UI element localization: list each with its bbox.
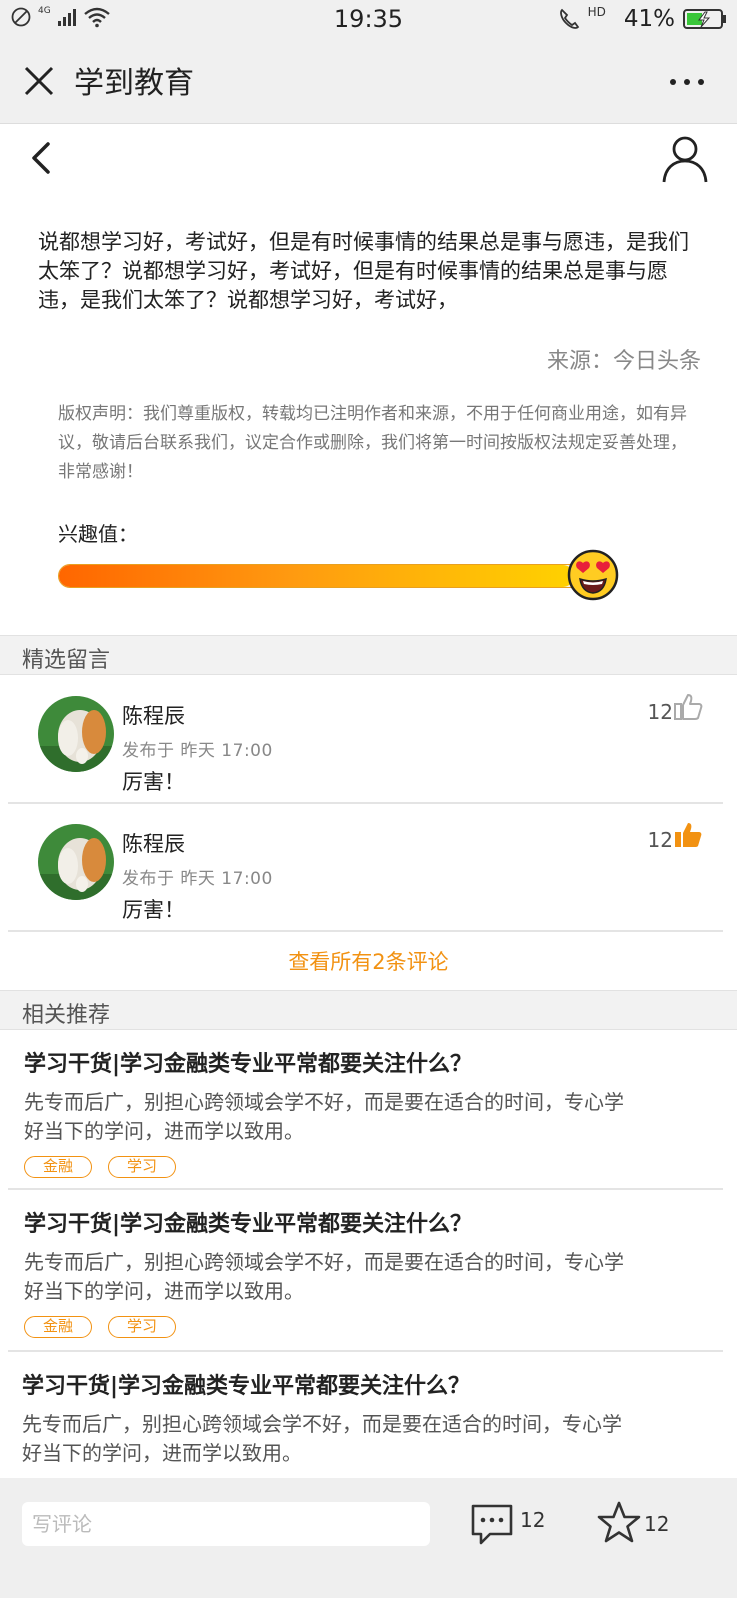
thumbs-up-outline-icon[interactable]: [673, 692, 703, 722]
interest-bar: [58, 564, 602, 588]
comment-time: 发布于 昨天 17:00: [122, 741, 273, 761]
recommend-desc: 先专而后广，别担心跨领域会学不好，而是要在适合的时间，专心学好当下的学问，进而学…: [22, 1412, 622, 1465]
recommend-tags: 金融 学习: [24, 1316, 176, 1338]
recommend-section-title: 相关推荐: [22, 1003, 111, 1028]
user-profile-icon[interactable]: [661, 134, 709, 184]
thumbs-up-filled-icon[interactable]: [673, 820, 703, 850]
interest-bar-fill: [59, 565, 574, 587]
recommend-item[interactable]: 学习干货|学习金融类专业平常都要关注什么？ 先专而后广，别担心跨领域会学不好，而…: [8, 1354, 723, 1478]
comment-input[interactable]: [22, 1502, 430, 1546]
title-bar: 学到教育: [0, 40, 737, 124]
heart-eyes-emoji-icon[interactable]: [566, 548, 620, 602]
avatar[interactable]: [38, 696, 114, 772]
like-count: 12: [647, 700, 673, 724]
recommend-title[interactable]: 学习干货|学习金融类专业平常都要关注什么？: [24, 1046, 472, 1078]
bottom-action-bar: 12 12: [0, 1478, 737, 1598]
commenter-name[interactable]: 陈程辰: [122, 700, 185, 730]
recommend-section-header: 相关推荐: [0, 990, 737, 1030]
more-options-icon[interactable]: [665, 64, 709, 100]
commenter-name[interactable]: 陈程辰: [122, 828, 185, 858]
back-chevron-icon[interactable]: [24, 138, 60, 178]
tag[interactable]: 金融: [24, 1156, 92, 1178]
view-all-comments-link[interactable]: 查看所有2条评论: [0, 946, 737, 976]
comment-item: 陈程辰 发布于 昨天 17:00 厉害！ 12: [8, 804, 723, 932]
phone-hd-icon: [559, 8, 579, 29]
hd-badge: HD: [587, 5, 606, 19]
comment-text: 厉害！: [122, 770, 185, 794]
article-source: 来源：今日头条: [546, 349, 701, 374]
status-right: HD 41%: [558, 5, 727, 32]
comment-bubble-icon[interactable]: [470, 1502, 514, 1546]
like-count: 12: [647, 828, 673, 852]
comment-time: 发布于 昨天 17:00: [122, 869, 273, 889]
tag[interactable]: 金融: [24, 1316, 92, 1338]
article-body: 说都想学习好，考试好，但是有时候事情的结果总是事与愿违，是我们太笨了？说都想学习…: [38, 230, 689, 312]
recommend-title[interactable]: 学习干货|学习金融类专业平常都要关注什么？: [22, 1368, 470, 1400]
battery-percent: 41%: [623, 6, 675, 32]
page-title: 学到教育: [74, 66, 194, 101]
star-icon[interactable]: [596, 1500, 642, 1546]
battery-icon: [683, 9, 726, 29]
close-icon[interactable]: [18, 60, 60, 102]
tag[interactable]: 学习: [108, 1316, 176, 1338]
recommend-title[interactable]: 学习干货|学习金融类专业平常都要关注什么？: [24, 1206, 472, 1238]
comments-section-header: 精选留言: [0, 635, 737, 675]
status-bar: 4G 19:35 HD 41%: [0, 0, 737, 40]
comments-section-title: 精选留言: [22, 648, 111, 673]
recommend-desc: 先专而后广，别担心跨领域会学不好，而是要在适合的时间，专心学好当下的学问，进而学…: [24, 1250, 624, 1303]
tag[interactable]: 学习: [108, 1156, 176, 1178]
recommend-item[interactable]: 学习干货|学习金融类专业平常都要关注什么？ 先专而后广，别担心跨领域会学不好，而…: [8, 1192, 723, 1352]
recommend-desc: 先专而后广，别担心跨领域会学不好，而是要在适合的时间，专心学好当下的学问，进而学…: [24, 1090, 624, 1143]
avatar[interactable]: [38, 824, 114, 900]
recommend-tags: 金融 学习: [24, 1156, 176, 1178]
comment-item: 陈程辰 发布于 昨天 17:00 厉害！ 12: [8, 676, 723, 804]
comment-count: 12: [520, 1508, 546, 1532]
favorite-count: 12: [644, 1512, 670, 1536]
interest-label: 兴趣值：: [58, 522, 138, 546]
recommend-item[interactable]: 学习干货|学习金融类专业平常都要关注什么？ 先专而后广，别担心跨领域会学不好，而…: [8, 1032, 723, 1190]
copyright-notice: 版权声明：我们尊重版权，转载均已注明作者和来源，不用于任何商业用途，如有异议，敬…: [58, 404, 687, 482]
comment-text: 厉害！: [122, 898, 185, 922]
